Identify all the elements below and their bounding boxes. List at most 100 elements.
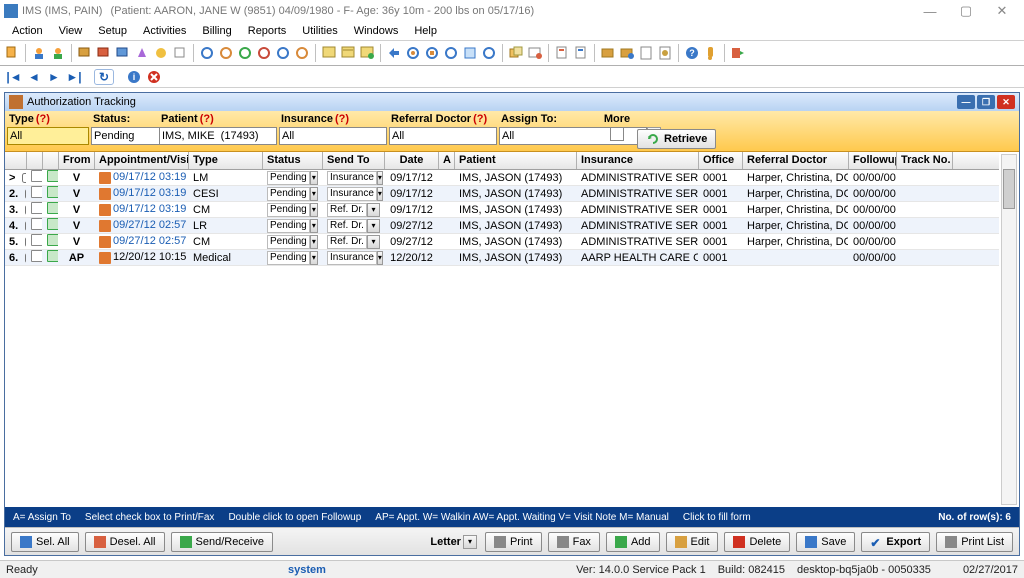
cell-sendto[interactable]: Insurance▾ <box>323 171 385 185</box>
toolbar-icon-12[interactable] <box>237 45 253 61</box>
toolbar-icon-20[interactable] <box>405 45 421 61</box>
toolbar-icon-16[interactable] <box>321 45 337 61</box>
toolbar-icon-28[interactable] <box>573 45 589 61</box>
toolbar-icon-34[interactable] <box>703 45 719 61</box>
cell-sendto[interactable]: Ref. Dr.▾ <box>323 203 385 217</box>
inner-close-button[interactable]: ✕ <box>997 95 1015 109</box>
print-button[interactable]: Print <box>485 532 542 552</box>
form-icon[interactable] <box>43 186 59 201</box>
inner-maximize-button[interactable]: ❐ <box>977 95 995 109</box>
col-patient[interactable]: Patient <box>455 152 577 169</box>
form-icon[interactable] <box>43 170 59 185</box>
toolbar-icon-2[interactable] <box>31 45 47 61</box>
table-row[interactable]: 6. AP12/20/12 10:15 AMMedicalPending▾Ins… <box>5 250 999 266</box>
col-office[interactable]: Office <box>699 152 743 169</box>
help-icon[interactable]: (?) <box>473 113 487 125</box>
toolbar-icon-10[interactable] <box>199 45 215 61</box>
toolbar-icon-15[interactable] <box>294 45 310 61</box>
menu-windows[interactable]: Windows <box>348 25 405 37</box>
note-icon[interactable] <box>27 218 43 233</box>
toolbar-icon-25[interactable] <box>508 45 524 61</box>
delete-button[interactable]: Delete <box>724 532 790 552</box>
toolbar-icon-22[interactable] <box>443 45 459 61</box>
nav-cancel-icon[interactable] <box>146 69 162 85</box>
col-date[interactable]: Date <box>385 152 439 169</box>
vertical-scrollbar[interactable] <box>1001 154 1017 505</box>
table-row[interactable]: 3. V09/17/12 03:19 PMCMPending▾Ref. Dr.▾… <box>5 202 999 218</box>
toolbar-icon-29[interactable] <box>600 45 616 61</box>
toolbar-icon-35[interactable] <box>730 45 746 61</box>
nav-next-icon[interactable]: ► <box>46 69 62 85</box>
chevron-down-icon[interactable]: ▾ <box>463 535 477 549</box>
filter-type-input[interactable] <box>7 127 89 145</box>
edit-button[interactable]: Edit <box>666 532 719 552</box>
cell-sendto[interactable]: Ref. Dr.▾ <box>323 235 385 249</box>
toolbar-icon-17[interactable] <box>340 45 356 61</box>
toolbar-icon-26[interactable] <box>527 45 543 61</box>
maximize-button[interactable]: ▢ <box>948 1 984 21</box>
filter-patient-input[interactable] <box>159 127 277 145</box>
menu-setup[interactable]: Setup <box>92 25 133 37</box>
nav-refresh-icon[interactable]: ↻ <box>94 69 114 85</box>
toolbar-icon-11[interactable] <box>218 45 234 61</box>
minimize-button[interactable]: ― <box>912 1 948 21</box>
send-receive-button[interactable]: Send/Receive <box>171 532 274 552</box>
col-trackno[interactable]: Track No. <box>897 152 953 169</box>
toolbar-icon-24[interactable] <box>481 45 497 61</box>
deselect-all-button[interactable]: Desel. All <box>85 532 165 552</box>
cell-sendto[interactable]: Insurance▾ <box>323 187 385 201</box>
col-sendto[interactable]: Send To <box>323 152 385 169</box>
cell-sendto[interactable]: Ref. Dr.▾ <box>323 219 385 233</box>
toolbar-icon-30[interactable] <box>619 45 635 61</box>
note-icon[interactable] <box>27 186 43 201</box>
note-icon[interactable] <box>27 234 43 249</box>
toolbar-icon-4[interactable] <box>77 45 93 61</box>
toolbar-icon-27[interactable] <box>554 45 570 61</box>
col-appointment[interactable]: Appointment/Visit <box>95 152 189 169</box>
toolbar-icon-13[interactable] <box>256 45 272 61</box>
toolbar-icon-9[interactable] <box>172 45 188 61</box>
cell-status[interactable]: Pending▾ <box>263 171 323 185</box>
nav-prev-icon[interactable]: ◄ <box>26 69 42 85</box>
toolbar-icon-3[interactable] <box>50 45 66 61</box>
close-button[interactable]: ✕ <box>984 1 1020 21</box>
note-icon[interactable] <box>27 250 43 265</box>
toolbar-icon-33[interactable]: ? <box>684 45 700 61</box>
menu-billing[interactable]: Billing <box>196 25 237 37</box>
col-a[interactable]: A <box>439 152 455 169</box>
toolbar-icon-6[interactable] <box>115 45 131 61</box>
save-button[interactable]: Save <box>796 532 855 552</box>
col-insurance[interactable]: Insurance <box>577 152 699 169</box>
cell-appointment[interactable]: 09/17/12 03:19 PM <box>95 171 189 183</box>
print-list-button[interactable]: Print List <box>936 532 1013 552</box>
cell-status[interactable]: Pending▾ <box>263 251 323 265</box>
help-icon[interactable]: (?) <box>200 113 214 125</box>
form-icon[interactable] <box>43 234 59 249</box>
table-row[interactable]: > V09/17/12 03:19 PMLMPending▾Insurance▾… <box>5 170 999 186</box>
toolbar-icon-21[interactable] <box>424 45 440 61</box>
table-row[interactable]: 2. V09/17/12 03:19 PMCESIPending▾Insuran… <box>5 186 999 202</box>
menu-help[interactable]: Help <box>408 25 443 37</box>
toolbar-icon-7[interactable] <box>134 45 150 61</box>
col-refdoc[interactable]: Referral Doctor <box>743 152 849 169</box>
inner-minimize-button[interactable]: — <box>957 95 975 109</box>
cell-appointment[interactable]: 09/17/12 03:19 PM <box>95 187 189 199</box>
toolbar-icon-32[interactable] <box>657 45 673 61</box>
toolbar-icon-18[interactable] <box>359 45 375 61</box>
cell-status[interactable]: Pending▾ <box>263 219 323 233</box>
cell-status[interactable]: Pending▾ <box>263 203 323 217</box>
menu-utilities[interactable]: Utilities <box>296 25 343 37</box>
add-button[interactable]: Add <box>606 532 660 552</box>
table-row[interactable]: 4. V09/27/12 02:57 PMLRPending▾Ref. Dr.▾… <box>5 218 999 234</box>
col-type[interactable]: Type <box>189 152 263 169</box>
col-from[interactable]: From <box>59 152 95 169</box>
toolbar-icon-8[interactable] <box>153 45 169 61</box>
toolbar-icon-5[interactable] <box>96 45 112 61</box>
nav-info-icon[interactable]: i <box>126 69 142 85</box>
filter-more-checkbox[interactable] <box>610 127 624 141</box>
form-icon[interactable] <box>43 250 59 265</box>
note-icon[interactable] <box>27 170 43 185</box>
cell-sendto[interactable]: Insurance▾ <box>323 251 385 265</box>
menu-reports[interactable]: Reports <box>242 25 293 37</box>
toolbar-icon-14[interactable] <box>275 45 291 61</box>
